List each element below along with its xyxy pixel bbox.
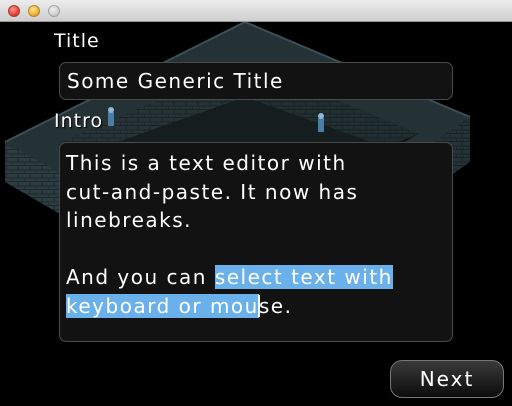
- window-title-bar[interactable]: [0, 0, 512, 22]
- zoom-window-icon[interactable]: [48, 5, 60, 17]
- title-label: Title: [54, 30, 100, 52]
- selected-text: keyboard or mou: [66, 293, 259, 318]
- intro-label: Intro: [54, 110, 104, 132]
- intro-text-tail: se.: [258, 293, 293, 318]
- selected-text: select text with: [214, 265, 393, 289]
- intro-text-editor[interactable]: This is a text editor with cut-and-paste…: [59, 142, 453, 342]
- app-window: Title Some Generic Title Intro This is a…: [0, 0, 512, 406]
- close-window-icon[interactable]: [8, 5, 20, 17]
- title-input[interactable]: Some Generic Title: [59, 62, 453, 100]
- next-button[interactable]: Next: [390, 360, 504, 398]
- minimize-window-icon[interactable]: [28, 5, 40, 17]
